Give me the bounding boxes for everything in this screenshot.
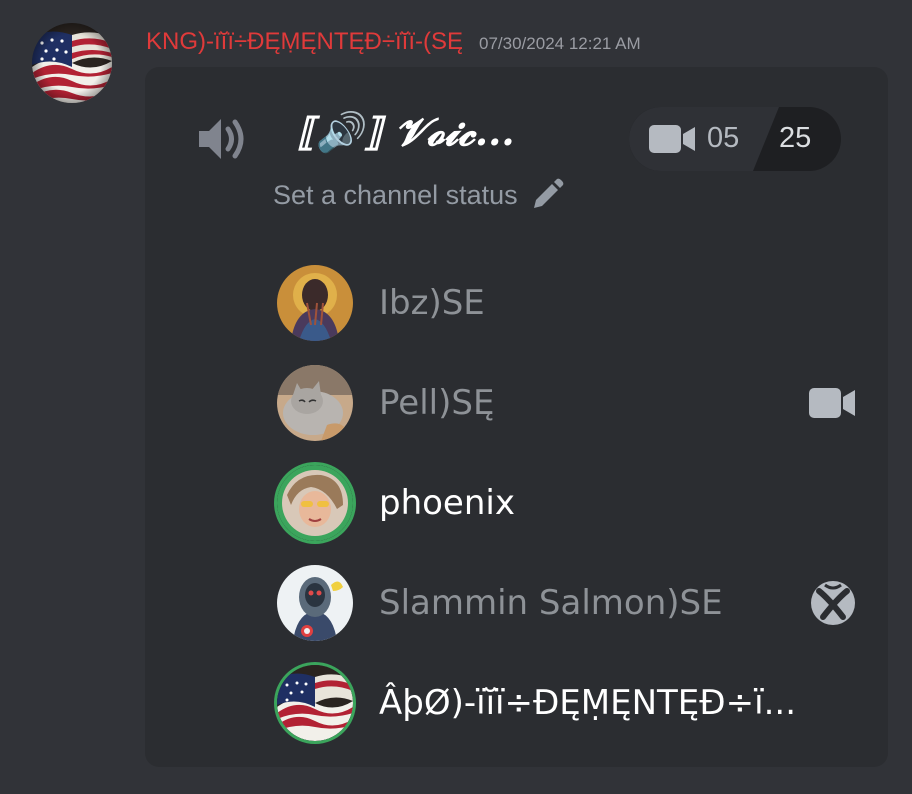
member-name: ÂþØ)-ïĭï÷ĐĘṂĘNTĘĐ÷ï... [379,683,796,723]
voice-channel-card[interactable]: ⟦🔊⟧ 𝓥𝓸𝓲𝓬... 05 25 Set a channel status I… [145,67,888,767]
author-name[interactable]: KNG)-ïĭï÷ĐĘṂĘNTĘĐ÷ïĭï-(SĘ [146,28,463,56]
member-name: phoenix [379,483,515,523]
user-limit: 25 [779,122,812,154]
member-avatar [277,665,353,741]
flag-avatar-image [277,665,353,741]
pencil-icon [533,178,564,208]
user-count-pill: 05 25 [629,107,841,171]
person-avatar-image [277,465,353,541]
voice-member[interactable]: phoenix [277,453,857,553]
video-camera-icon [649,125,695,153]
video-camera-icon [809,388,855,418]
set-channel-status-button[interactable]: Set a channel status [273,175,564,215]
chat-message: KNG)-ïĭï÷ĐĘṂĘNTĘĐ÷ïĭï-(SĘ 07/30/2024 12:… [0,0,912,794]
speaker-icon [199,119,244,159]
member-avatar [277,465,353,541]
icon-painting-avatar-image [277,265,353,341]
cat-avatar-image [277,365,353,441]
voice-member[interactable]: Slammin Salmon)SE [277,553,857,653]
member-trailing-indicator [809,579,857,627]
xbox-icon [811,581,855,625]
member-trailing-indicator [809,379,857,427]
member-avatar [277,265,353,341]
author-avatar[interactable] [32,23,112,103]
member-name: Slammin Salmon)SE [379,583,723,623]
voice-member[interactable]: ÂþØ)-ïĭï÷ĐĘṂĘNTĘĐ÷ï... [277,653,857,753]
member-avatar [277,365,353,441]
voice-member[interactable]: Ibz)SE [277,253,857,353]
member-name: Ibz)SE [379,283,485,323]
member-avatar [277,565,353,641]
flag-avatar-image [32,23,112,103]
message-timestamp: 07/30/2024 12:21 AM [479,34,641,53]
channel-status-prompt: Set a channel status [273,179,518,210]
voice-members-list: Ibz)SE Pell)SĘ phoenix Slammin Salmon)SE… [277,253,857,753]
message-header: KNG)-ïĭï÷ĐĘṂĘNTĘĐ÷ïĭï-(SĘ 07/30/2024 12:… [146,28,641,60]
current-user-count: 05 [707,122,740,154]
character-avatar-image [277,565,353,641]
member-name: Pell)SĘ [379,383,495,423]
voice-member[interactable]: Pell)SĘ [277,353,857,453]
voice-channel-name[interactable]: ⟦🔊⟧ 𝓥𝓸𝓲𝓬... [297,109,515,155]
